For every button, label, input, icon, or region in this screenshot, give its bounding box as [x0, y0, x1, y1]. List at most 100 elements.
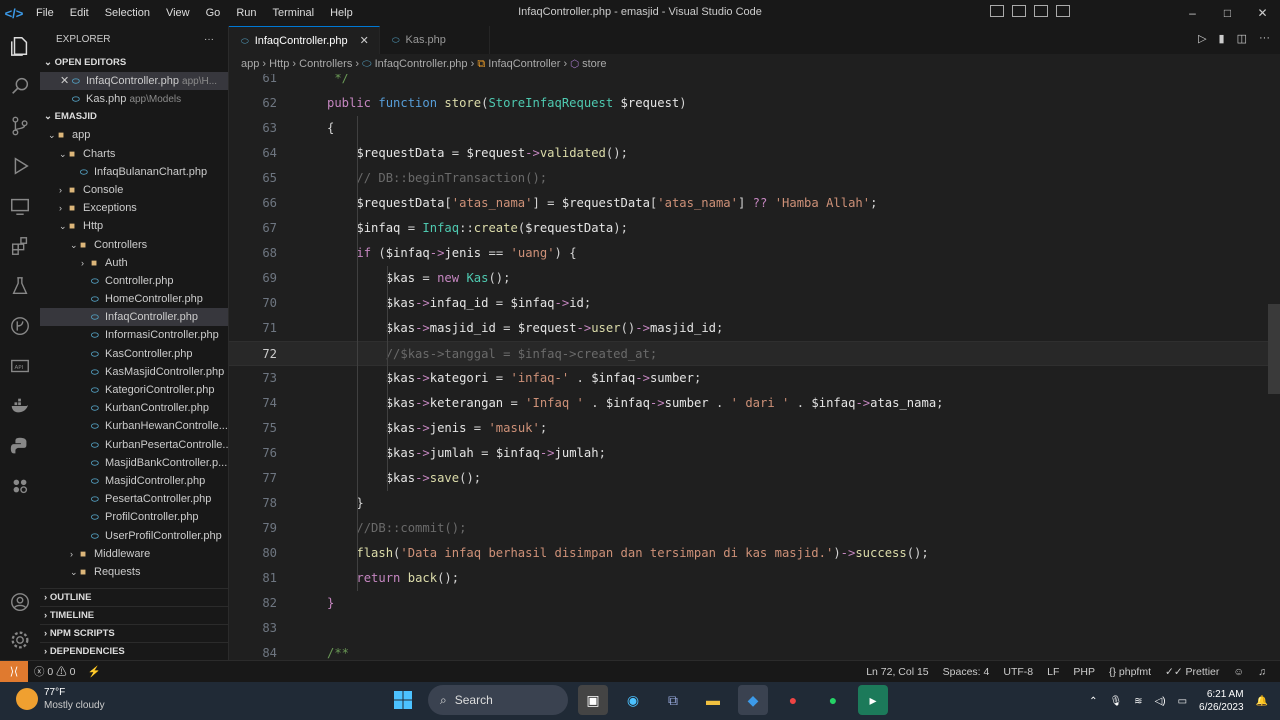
- tree-file[interactable]: ⬭ KurbanHewanControlle...: [40, 417, 228, 435]
- task-view-icon[interactable]: ▣: [578, 685, 608, 715]
- menu-selection[interactable]: Selection: [97, 7, 158, 19]
- editor-scrollbar[interactable]: [1268, 304, 1280, 394]
- extensions-icon[interactable]: [0, 226, 40, 266]
- problems-indicator[interactable]: ⓧ 0 ⚠ 0: [28, 664, 81, 679]
- microphone-icon[interactable]: 🎙: [1109, 696, 1122, 707]
- menu-go[interactable]: Go: [198, 7, 229, 19]
- menu-view[interactable]: View: [158, 7, 198, 19]
- accounts-icon[interactable]: [0, 582, 40, 622]
- tree-file[interactable]: ⬭ HomeController.php: [40, 290, 228, 308]
- cursor-position[interactable]: Ln 72, Col 15: [866, 666, 928, 678]
- clock[interactable]: 6:21 AM 6/26/2023: [1199, 688, 1244, 714]
- minimize-button[interactable]: –: [1175, 0, 1210, 26]
- maximize-button[interactable]: □: [1210, 0, 1245, 26]
- open-editors-section[interactable]: ⌄ OPEN EDITORS: [40, 54, 228, 72]
- npm-scripts-section[interactable]: › NPM SCRIPTS: [40, 624, 228, 642]
- windows-start-icon[interactable]: [388, 685, 418, 715]
- breadcrumb-item[interactable]: store: [582, 58, 606, 70]
- wifi-icon[interactable]: ≋: [1134, 696, 1142, 707]
- menu-edit[interactable]: Edit: [62, 7, 97, 19]
- chrome-icon[interactable]: ●: [778, 685, 808, 715]
- battery-icon[interactable]: ▭: [1178, 696, 1187, 707]
- run-icon[interactable]: ▷: [1198, 32, 1206, 45]
- bookmark-icon[interactable]: ▮: [1219, 32, 1225, 45]
- close-window-button[interactable]: ✕: [1245, 0, 1280, 26]
- menu-help[interactable]: Help: [322, 7, 361, 19]
- customize-layout-icon[interactable]: [1056, 5, 1070, 17]
- whatsapp-icon[interactable]: ●: [818, 685, 848, 715]
- tree-file[interactable]: ⬭ KasController.php: [40, 345, 228, 363]
- prettier-status[interactable]: ✓✓ Prettier: [1165, 666, 1219, 678]
- close-tab-icon[interactable]: ✕: [360, 27, 369, 55]
- tree-folder[interactable]: ⌄ ■ Http: [40, 217, 228, 235]
- notifications-bell-icon[interactable]: ♫: [1258, 666, 1266, 678]
- explorer-icon[interactable]: [0, 26, 40, 66]
- open-editor-item[interactable]: ✕ ⬭ InfaqController.php app\H...: [40, 72, 228, 91]
- chevron-up-icon[interactable]: ⌃: [1089, 696, 1097, 707]
- run-debug-icon[interactable]: [0, 146, 40, 186]
- split-editor-icon[interactable]: ◫: [1237, 32, 1247, 45]
- menu-terminal[interactable]: Terminal: [265, 7, 323, 19]
- tree-file[interactable]: ⬭ KategoriController.php: [40, 381, 228, 399]
- tree-folder[interactable]: ⌄ ■ app: [40, 126, 228, 144]
- tree-file[interactable]: ⬭ KurbanController.php: [40, 399, 228, 417]
- open-editor-item[interactable]: ⬭ Kas.php app\Models: [40, 90, 228, 108]
- volume-icon[interactable]: ◁): [1155, 696, 1166, 707]
- tree-folder[interactable]: ⌄ ■ Charts: [40, 145, 228, 163]
- dependencies-section[interactable]: › DEPENDENCIES: [40, 642, 228, 660]
- outline-section[interactable]: › OUTLINE: [40, 588, 228, 606]
- breadcrumb-item[interactable]: InfaqController.php: [375, 58, 468, 70]
- breadcrumb-item[interactable]: app: [241, 58, 259, 70]
- close-icon[interactable]: ✕: [60, 72, 72, 90]
- notification-bell-icon[interactable]: 🔔: [1256, 696, 1268, 707]
- project-section[interactable]: ⌄ EMASJID: [40, 108, 228, 126]
- language-mode[interactable]: PHP: [1073, 666, 1095, 678]
- api-icon[interactable]: API: [0, 346, 40, 386]
- tree-file[interactable]: ⬭ KasMasjidController.php: [40, 363, 228, 381]
- remote-desktop-icon[interactable]: ⧉: [658, 685, 688, 715]
- toggle-panel-icon[interactable]: [1012, 5, 1026, 17]
- docker-icon[interactable]: [0, 386, 40, 426]
- tree-file[interactable]: ⬭ InfaqBulananChart.php: [40, 163, 228, 181]
- python-icon[interactable]: [0, 426, 40, 466]
- taskbar-search[interactable]: ⌕ Search: [428, 685, 568, 715]
- encoding[interactable]: UTF-8: [1003, 666, 1033, 678]
- tab-kas[interactable]: ⬭ Kas.php: [380, 26, 490, 54]
- timeline-section[interactable]: › TIMELINE: [40, 606, 228, 624]
- manage-gear-icon[interactable]: [0, 620, 40, 660]
- source-control-icon[interactable]: [0, 106, 40, 146]
- terminal-app-icon[interactable]: ▸: [858, 685, 888, 715]
- git-graph-icon[interactable]: [0, 306, 40, 346]
- tree-folder[interactable]: › ■ Console: [40, 181, 228, 199]
- tree-file[interactable]: ⬭ MasjidController.php: [40, 472, 228, 490]
- tree-file[interactable]: ⬭ MasjidBankController.p...: [40, 454, 228, 472]
- testing-icon[interactable]: [0, 266, 40, 306]
- vscode-app-icon[interactable]: ◆: [738, 685, 768, 715]
- tree-file[interactable]: ⬭ InformasiController.php: [40, 326, 228, 344]
- file-explorer-icon[interactable]: ▬: [698, 685, 728, 715]
- tree-folder[interactable]: ⌄ ■ Controllers: [40, 236, 228, 254]
- more-actions-icon[interactable]: ···: [1259, 32, 1270, 45]
- remote-indicator-icon[interactable]: ⟩⟨: [0, 660, 28, 683]
- breadcrumb-item[interactable]: InfaqController: [488, 58, 560, 70]
- search-icon[interactable]: [0, 66, 40, 106]
- tree-folder[interactable]: › ■ Exceptions: [40, 199, 228, 217]
- kubernetes-icon[interactable]: [0, 466, 40, 506]
- formatter-status[interactable]: {} phpfmt: [1109, 666, 1151, 678]
- live-share-icon[interactable]: ⚡: [81, 665, 106, 678]
- toggle-sidebar-icon[interactable]: [990, 5, 1004, 17]
- menu-file[interactable]: File: [28, 7, 62, 19]
- tree-file[interactable]: ⬭ ProfilController.php: [40, 508, 228, 526]
- tree-file[interactable]: ⬭ UserProfilController.php: [40, 527, 228, 545]
- end-of-line[interactable]: LF: [1047, 666, 1059, 678]
- feedback-icon[interactable]: ☺: [1233, 666, 1244, 678]
- tree-file[interactable]: ⬭ Controller.php: [40, 272, 228, 290]
- toggle-secondary-sidebar-icon[interactable]: [1034, 5, 1048, 17]
- weather-widget[interactable]: 77°F Mostly cloudy: [16, 686, 105, 712]
- browser-edge-icon[interactable]: ◉: [618, 685, 648, 715]
- tree-file[interactable]: ⬭ PesertaController.php: [40, 490, 228, 508]
- tab-infaqcontroller[interactable]: ⬭ InfaqController.php ✕: [229, 26, 380, 54]
- tree-file[interactable]: ⬭ InfaqController.php: [40, 308, 228, 327]
- tree-file[interactable]: ⬭ KurbanPesertaControlle...: [40, 436, 228, 454]
- tree-folder[interactable]: › ■ Auth: [40, 254, 228, 272]
